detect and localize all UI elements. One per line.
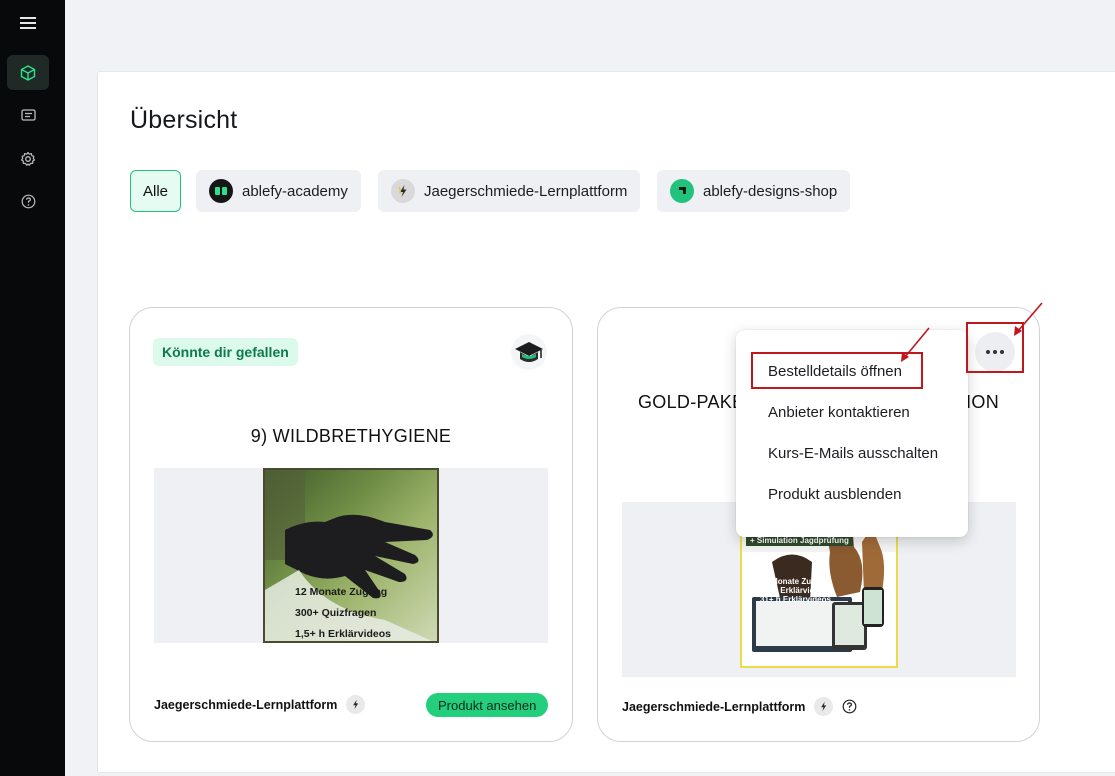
filter-label: Alle: [143, 182, 169, 200]
box-icon: [20, 64, 36, 81]
sidebar: [0, 0, 65, 776]
highlight-box: [751, 352, 923, 389]
filter-ablefy-academy[interactable]: ablefy-academy: [196, 170, 361, 212]
image-text-line: 300+ Quizfragen: [295, 607, 377, 619]
highlight-box: [966, 322, 1024, 373]
sidebar-item-products[interactable]: [7, 55, 49, 90]
menu-button[interactable]: [7, 5, 49, 40]
ablefy-academy-logo-icon: [209, 179, 233, 203]
jaegerschmiede-logo-icon: [814, 697, 834, 716]
filter-all[interactable]: Alle: [130, 170, 182, 212]
image-text-line: 350+ Erklärvideos: [760, 586, 829, 595]
provider-name: Jaegerschmiede-Lernplattform: [622, 699, 806, 714]
card-title: 9) WILDBRETHYGIENE: [250, 426, 452, 446]
filter-label: ablefy-academy: [242, 182, 348, 200]
provider-name: Jaegerschmiede-Lernplattform: [154, 697, 338, 712]
page-title: Übersicht: [130, 106, 238, 134]
view-product-button[interactable]: Produkt ansehen: [426, 693, 549, 717]
card-title-left: GOLD-PAKE: [638, 392, 745, 412]
image-text-line: 12 Monate Zugang: [295, 586, 388, 598]
sidebar-item-help[interactable]: [7, 184, 49, 219]
sidebar-item-messages[interactable]: [7, 98, 49, 133]
jaegerschmiede-logo-icon: [391, 179, 415, 203]
menu-icon: [20, 16, 36, 29]
menu-item-course-emails-off[interactable]: Kurs-E-Mails ausschalten: [768, 445, 938, 462]
help-circle-icon[interactable]: [842, 699, 857, 714]
image-text-line: 12 Monate Zugang: [760, 577, 831, 586]
image-text-line: 31+ h Erklärvideos: [760, 595, 831, 604]
graduation-cap-icon: [511, 334, 547, 370]
menu-item-hide-product[interactable]: Produkt ausblenden: [768, 486, 901, 503]
recommendation-badge: Könnte dir gefallen: [153, 338, 298, 366]
message-icon: [20, 108, 36, 121]
sidebar-item-settings[interactable]: [7, 141, 49, 176]
menu-item-contact-vendor[interactable]: Anbieter kontaktieren: [768, 404, 910, 421]
provider: Jaegerschmiede-Lernplattform: [154, 695, 366, 714]
ablefy-designs-logo-icon: [670, 179, 694, 203]
product-image: 12 Monate Zugang 300+ Quizfragen 1,5+ h …: [263, 468, 439, 643]
filter-label: ablefy-designs-shop: [703, 182, 838, 200]
filter-jaegerschmiede[interactable]: Jaegerschmiede-Lernplattform: [378, 170, 641, 212]
product-card: Könnte dir gefallen 9) WILDBRETHYGIENE 1…: [129, 307, 573, 742]
help-icon: [21, 194, 35, 209]
gear-icon: [20, 151, 36, 166]
image-text-line: 1,5+ h Erklärvideos: [295, 628, 392, 640]
filter-label: Jaegerschmiede-Lernplattform: [424, 182, 628, 200]
provider: Jaegerschmiede-Lernplattform: [622, 697, 857, 716]
card-title-right: ION: [966, 392, 999, 412]
filter-ablefy-designs-shop[interactable]: ablefy-designs-shop: [657, 170, 851, 212]
jaegerschmiede-logo-icon: [346, 695, 366, 714]
